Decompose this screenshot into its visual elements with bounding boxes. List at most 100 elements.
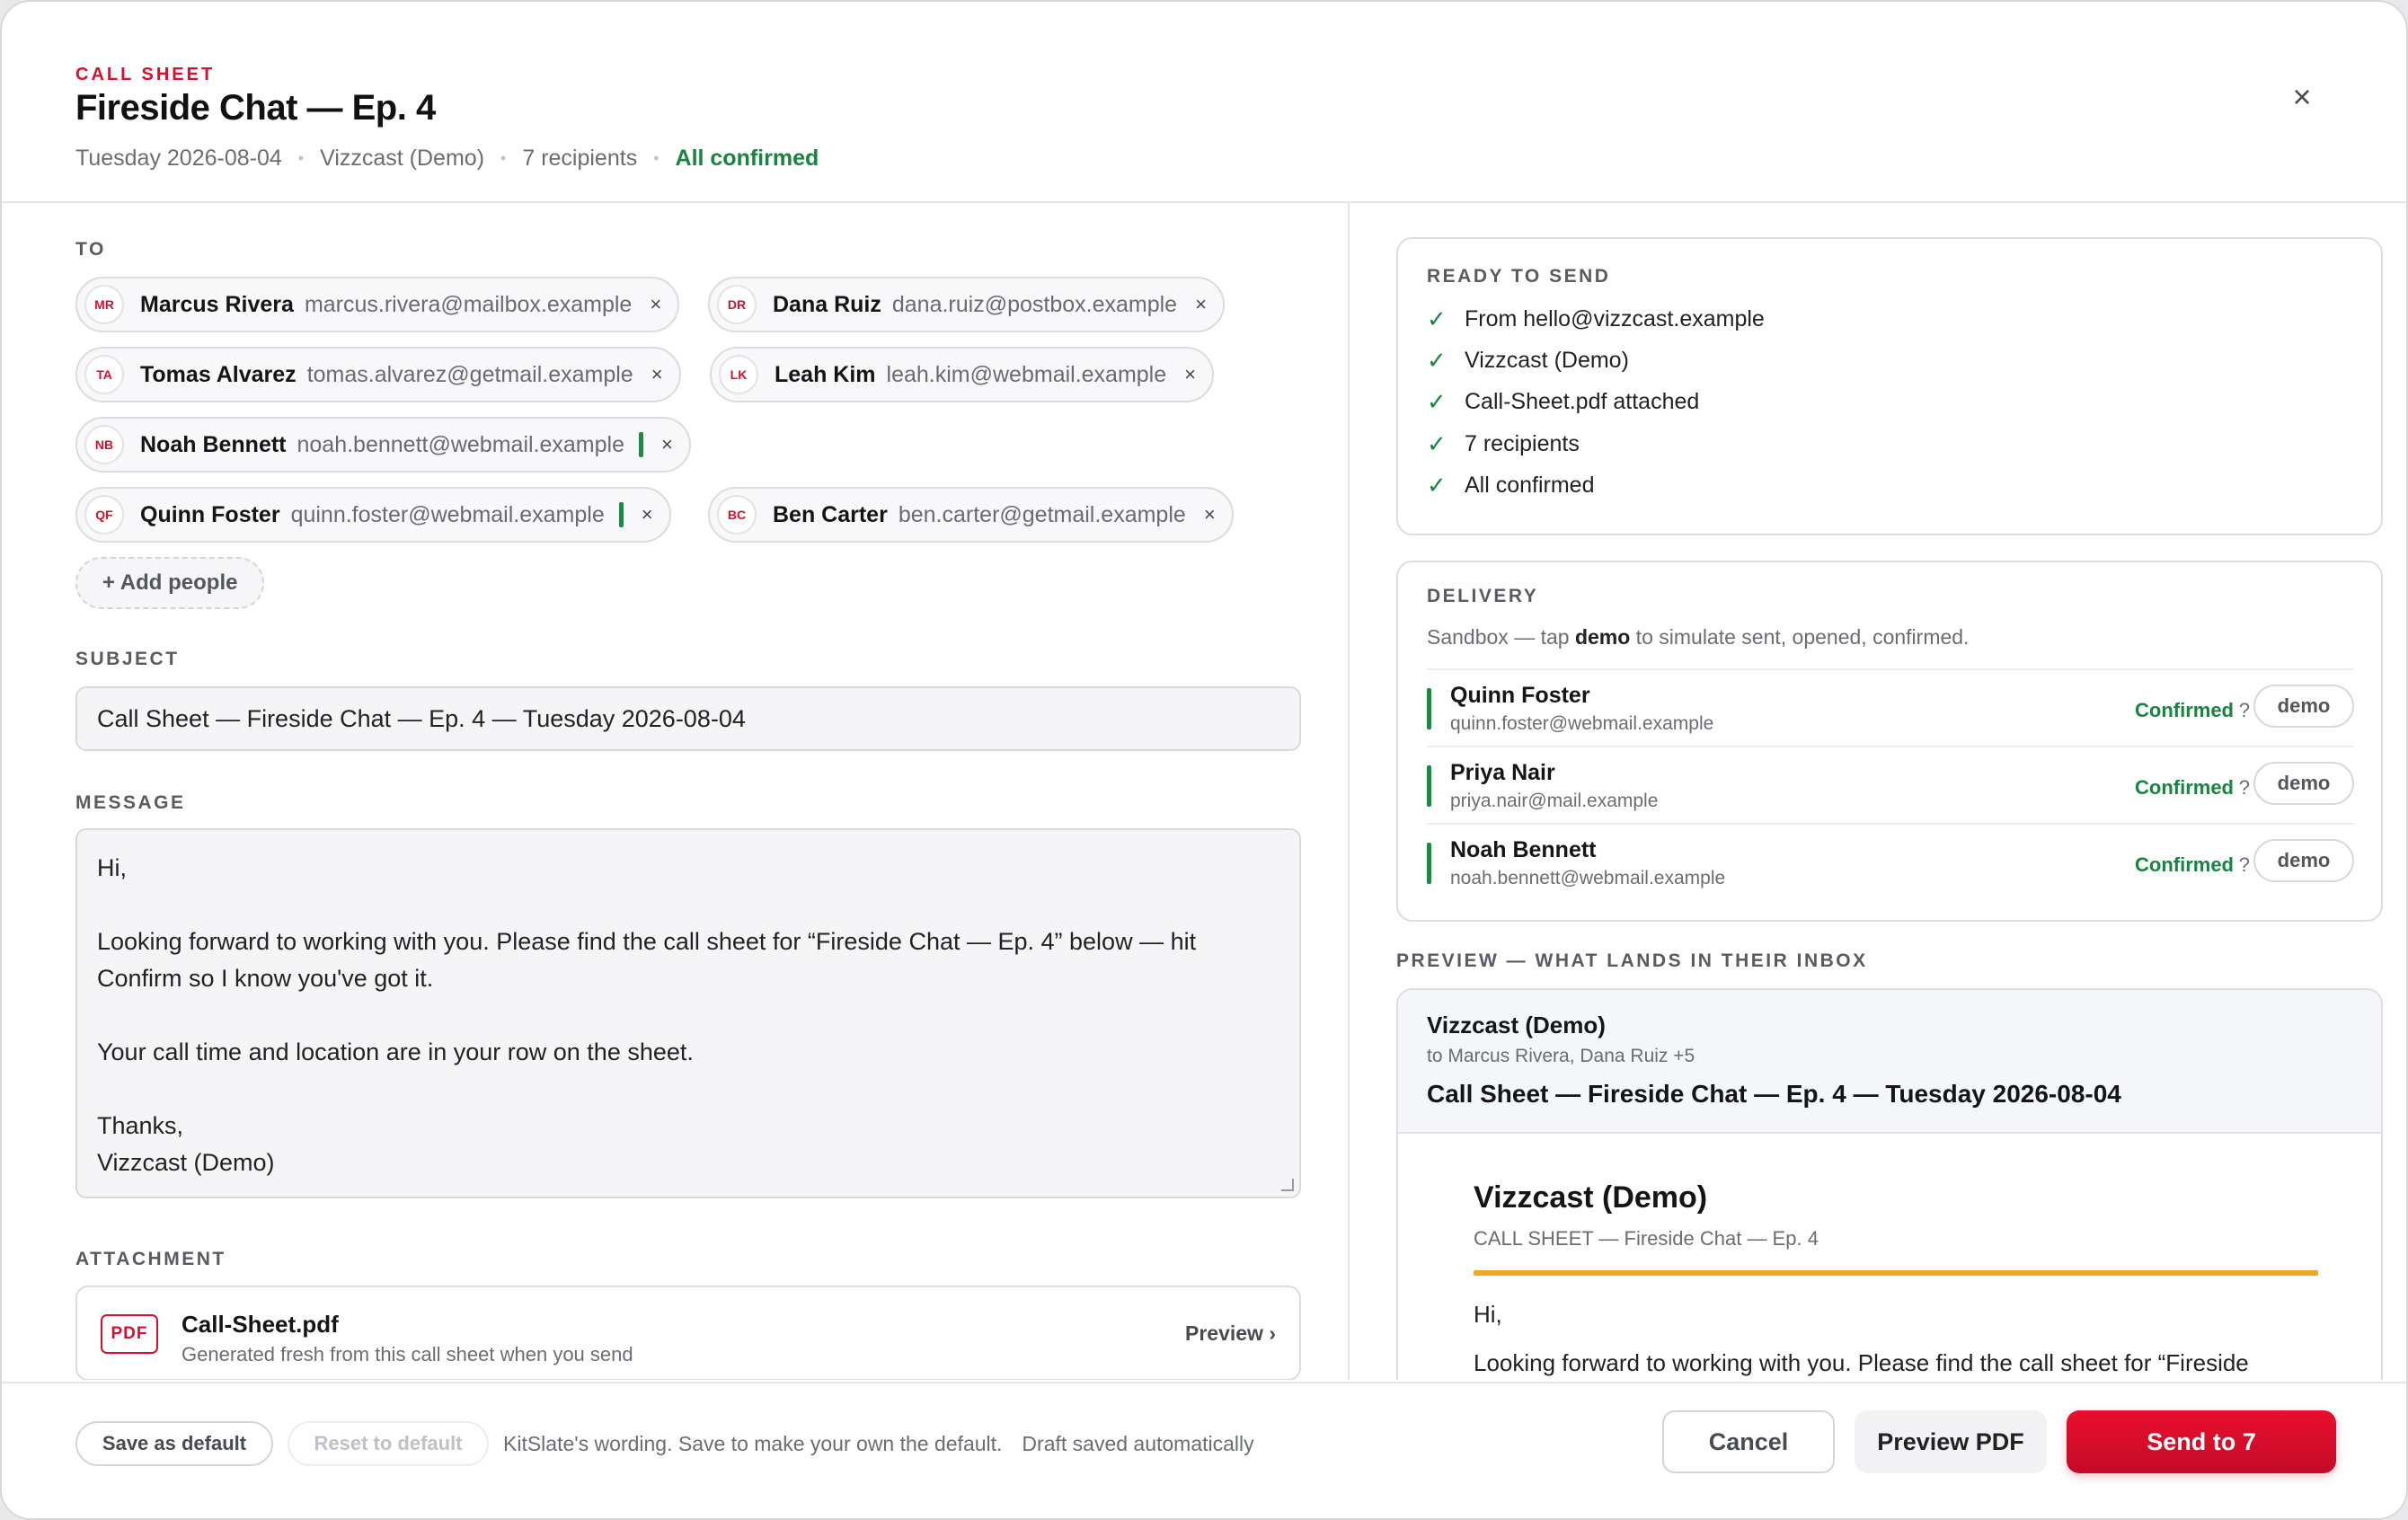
ready-item-text: From hello@vizzcast.example xyxy=(1465,306,1765,331)
delivery-email: quinn.foster@webmail.example xyxy=(1450,713,1714,734)
ready-item: ✓ From hello@vizzcast.example xyxy=(1427,305,1765,333)
avatar: TA xyxy=(84,355,124,394)
preview-greeting: Hi, xyxy=(1474,1301,1502,1328)
meta-separator: • xyxy=(653,149,660,167)
preview-label: PREVIEW — WHAT LANDS IN THEIR INBOX xyxy=(1396,950,1868,971)
delivery-row: Priya Nair priya.nair@mail.example Confi… xyxy=(1427,746,2354,823)
delivery-description: Sandbox — tap demo to simulate sent, ope… xyxy=(1427,625,1969,650)
resize-handle-icon[interactable] xyxy=(1281,1179,1294,1191)
page-title: Fireside Chat — Ep. 4 xyxy=(75,88,436,128)
avatar: DR xyxy=(717,285,757,324)
subject-input[interactable]: Call Sheet — Fireside Chat — Ep. 4 — Tue… xyxy=(75,686,1301,751)
delivery-status: Confirmed xyxy=(2135,853,2234,876)
recipient-email: tomas.alvarez@getmail.example xyxy=(306,361,633,387)
ready-item-text: Call-Sheet.pdf attached xyxy=(1465,389,1700,414)
demo-button[interactable]: demo xyxy=(2253,762,2354,805)
recipient-chip[interactable]: MR Marcus Rivera marcus.rivera@mailbox.e… xyxy=(75,277,680,332)
attachment-preview-link[interactable]: Preview › xyxy=(1185,1321,1276,1346)
remove-recipient-icon[interactable]: × xyxy=(650,293,661,316)
preview-body: Looking forward to working with you. Ple… xyxy=(1474,1349,2249,1376)
recipient-chip[interactable]: NB Noah Bennett noah.bennett@webmail.exa… xyxy=(75,417,691,473)
preview-to: to Marcus Rivera, Dana Ruiz +5 xyxy=(1427,1046,1695,1066)
remove-recipient-icon[interactable]: × xyxy=(1204,503,1216,526)
recipient-name: Ben Carter xyxy=(773,501,888,527)
delivery-name: Quinn Foster xyxy=(1450,683,1590,708)
delivery-row: Quinn Foster quinn.foster@webmail.exampl… xyxy=(1427,668,2354,746)
delivery-name: Priya Nair xyxy=(1450,760,1555,785)
close-icon[interactable]: × xyxy=(2284,78,2320,115)
demo-button[interactable]: demo xyxy=(2253,839,2354,882)
avatar: LK xyxy=(719,355,758,394)
recipient-email: dana.ruiz@postbox.example xyxy=(891,291,1178,317)
confirmed-indicator xyxy=(1427,843,1431,884)
cancel-button[interactable]: Cancel xyxy=(1662,1410,1835,1473)
pdf-file-icon: PDF xyxy=(101,1314,158,1354)
delivery-row: Noah Bennett noah.bennett@webmail.exampl… xyxy=(1427,823,2354,900)
recipient-name: Quinn Foster xyxy=(140,501,280,527)
recipient-email: quinn.foster@webmail.example xyxy=(290,501,605,527)
summary-panel: READY TO SEND ✓ From hello@vizzcast.examp… xyxy=(1348,203,2406,1380)
preview-kicker: CALL SHEET — Fireside Chat — Ep. 4 xyxy=(1474,1227,1819,1250)
meta-org: Vizzcast (Demo) xyxy=(320,146,485,171)
compose-panel: TO MR Marcus Rivera marcus.rivera@mailbo… xyxy=(75,203,1303,1380)
modal-header: CALL SHEET Fireside Chat — Ep. 4 Tuesday… xyxy=(2,2,2406,203)
reset-to-default-button[interactable]: Reset to default xyxy=(288,1421,489,1466)
delivery-status: Confirmed xyxy=(2135,699,2234,721)
check-icon: ✓ xyxy=(1427,388,1447,415)
meta-recipients: 7 recipients xyxy=(522,146,638,171)
recipient-chip[interactable]: BC Ben Carter ben.carter@getmail.example… xyxy=(708,487,1234,543)
recipient-chip[interactable]: QF Quinn Foster quinn.foster@webmail.exa… xyxy=(75,487,671,543)
confirmed-indicator xyxy=(639,432,643,457)
help-icon[interactable]: ? xyxy=(2239,853,2250,877)
remove-recipient-icon[interactable]: × xyxy=(642,503,653,526)
ready-item-text: 7 recipients xyxy=(1465,431,1580,456)
delivery-name: Noah Bennett xyxy=(1450,837,1597,862)
preview-subject: Call Sheet — Fireside Chat — Ep. 4 — Tue… xyxy=(1427,1080,2121,1108)
message-text: Hi, Looking forward to working with you.… xyxy=(97,854,1197,1176)
avatar: BC xyxy=(717,495,757,535)
send-button[interactable]: Send to 7 xyxy=(2067,1410,2336,1473)
confirmed-indicator xyxy=(618,502,624,527)
to-label: TO xyxy=(75,239,106,260)
header-meta: Tuesday 2026-08-04 • Vizzcast (Demo) • 7… xyxy=(75,146,819,172)
message-textarea[interactable]: Hi, Looking forward to working with you.… xyxy=(75,828,1301,1198)
preview-brand: Vizzcast (Demo) xyxy=(1474,1180,1708,1215)
recipient-chip[interactable]: LK Leah Kim leah.kim@webmail.example × xyxy=(710,347,1214,402)
check-icon: ✓ xyxy=(1427,347,1447,374)
ready-label: READY TO SEND xyxy=(1427,266,1611,287)
recipient-name: Leah Kim xyxy=(775,361,876,387)
delivery-status: Confirmed xyxy=(2135,776,2234,799)
help-icon[interactable]: ? xyxy=(2239,699,2250,722)
delivery-sub-bold: demo xyxy=(1574,625,1631,649)
confirmed-indicator xyxy=(1427,765,1431,807)
ready-item: ✓ All confirmed xyxy=(1427,472,1595,499)
recipient-chip[interactable]: DR Dana Ruiz dana.ruiz@postbox.example × xyxy=(708,277,1225,332)
recipient-name: Tomas Alvarez xyxy=(140,361,297,387)
confirmed-indicator xyxy=(1427,688,1431,729)
add-people-button[interactable]: + Add people xyxy=(75,557,265,609)
wording-note: KitSlate's wording. Save to make your ow… xyxy=(503,1432,1003,1455)
remove-recipient-icon[interactable]: × xyxy=(661,433,673,456)
check-icon: ✓ xyxy=(1427,305,1447,332)
meta-separator: • xyxy=(500,149,507,167)
save-as-default-button[interactable]: Save as default xyxy=(75,1421,273,1466)
recipient-email: marcus.rivera@mailbox.example xyxy=(304,291,633,317)
attachment-description: Generated fresh from this call sheet whe… xyxy=(181,1343,633,1365)
demo-button[interactable]: demo xyxy=(2253,685,2354,728)
inbox-preview-header: Vizzcast (Demo) to Marcus Rivera, Dana R… xyxy=(1398,990,2381,1134)
ready-item: ✓ Call-Sheet.pdf attached xyxy=(1427,388,1699,416)
preview-pdf-button[interactable]: Preview PDF xyxy=(1855,1410,2047,1473)
recipient-email: noah.bennett@webmail.example xyxy=(297,431,625,457)
meta-separator: • xyxy=(297,149,305,167)
delivery-sub-suffix: to simulate sent, opened, confirmed. xyxy=(1630,625,1970,649)
meta-date: Tuesday 2026-08-04 xyxy=(75,146,282,171)
recipient-name: Marcus Rivera xyxy=(140,291,294,317)
remove-recipient-icon[interactable]: × xyxy=(1195,293,1207,316)
recipient-name: Dana Ruiz xyxy=(773,291,881,317)
recipient-chip[interactable]: TA Tomas Alvarez tomas.alvarez@getmail.e… xyxy=(75,347,681,402)
help-icon[interactable]: ? xyxy=(2239,776,2250,800)
remove-recipient-icon[interactable]: × xyxy=(1184,363,1196,386)
remove-recipient-icon[interactable]: × xyxy=(651,363,663,386)
inbox-preview: Vizzcast (Demo) to Marcus Rivera, Dana R… xyxy=(1396,988,2383,1380)
recipient-email: leah.kim@webmail.example xyxy=(886,361,1167,387)
